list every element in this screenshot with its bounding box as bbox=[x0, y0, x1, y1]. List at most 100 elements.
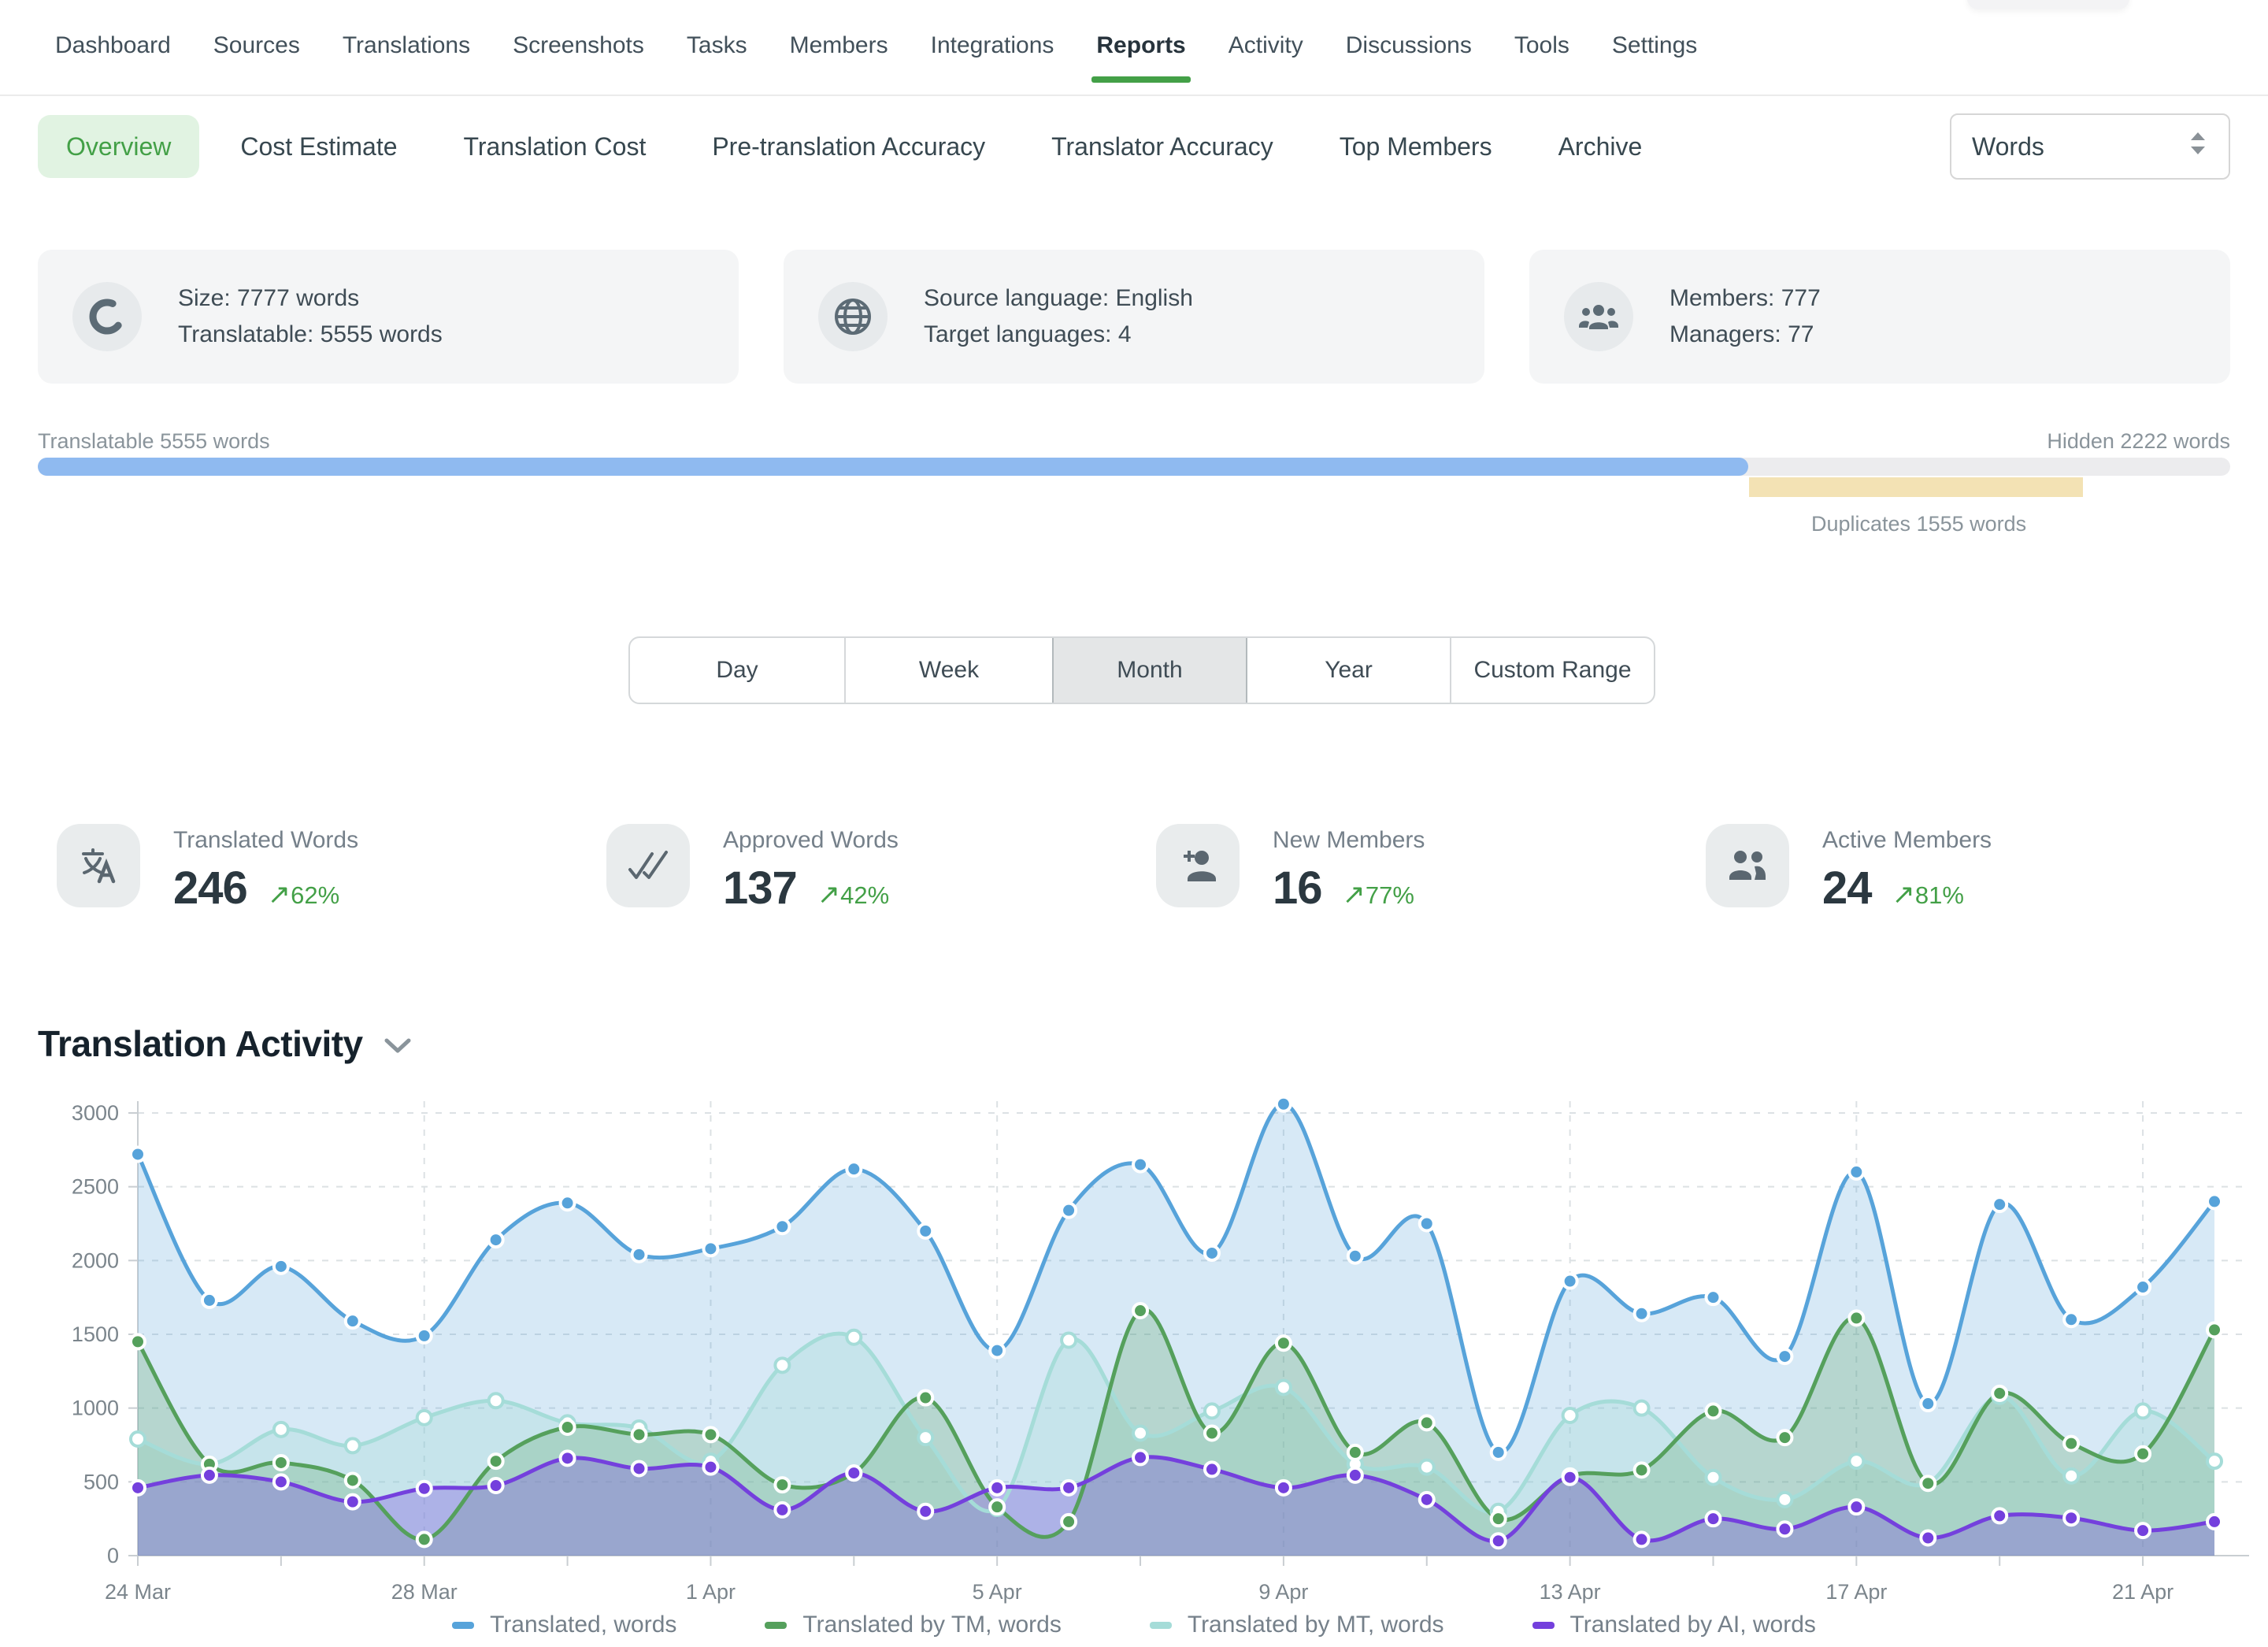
translatable-words-bar bbox=[38, 458, 1748, 476]
unit-select[interactable]: Words bbox=[1950, 113, 2230, 180]
stat-translated-words: Translated Words 246 ↗62% bbox=[57, 824, 606, 914]
nav-item-integrations[interactable]: Integrations bbox=[929, 32, 1056, 83]
stat-delta: ↗62% bbox=[268, 879, 339, 911]
svg-text:3000: 3000 bbox=[72, 1101, 119, 1125]
period-custom-range-button[interactable]: Custom Range bbox=[1450, 638, 1654, 703]
legend-label: Translated by MT, words bbox=[1188, 1612, 1444, 1638]
stat-delta: ↗42% bbox=[817, 879, 889, 911]
translatable-words-label: Translatable 5555 words bbox=[38, 429, 270, 454]
summary-cards: Size: 7777 words Translatable: 5555 word… bbox=[38, 250, 2230, 384]
legend-translated-by-mt[interactable]: Translated by MT, words bbox=[1150, 1612, 1444, 1638]
tab-cost-estimate[interactable]: Cost Estimate bbox=[240, 132, 397, 161]
stat-delta: ↗81% bbox=[1892, 879, 1964, 911]
trend-up-icon: ↗ bbox=[1343, 879, 1366, 910]
members-icon bbox=[1564, 282, 1633, 351]
legend-dash-green bbox=[765, 1622, 787, 1629]
card-size-line: Size: 7777 words bbox=[178, 280, 443, 317]
tab-pre-translation-accuracy[interactable]: Pre-translation Accuracy bbox=[712, 132, 985, 161]
card-members-line: Members: 777 bbox=[1670, 280, 1821, 317]
svg-text:0: 0 bbox=[107, 1544, 119, 1567]
legend-label: Translated, words bbox=[490, 1612, 676, 1638]
card-managers-line: Managers: 77 bbox=[1670, 317, 1821, 353]
trend-up-icon: ↗ bbox=[817, 879, 840, 910]
legend-dash-purple bbox=[1532, 1622, 1555, 1629]
legend-translated[interactable]: Translated, words bbox=[452, 1612, 676, 1638]
nav-item-screenshots[interactable]: Screenshots bbox=[511, 32, 646, 83]
svg-text:2500: 2500 bbox=[72, 1175, 119, 1199]
translation-activity-chart: 05001000150020002500300024 Mar28 Mar1 Ap… bbox=[0, 1087, 2268, 1607]
svg-text:2000: 2000 bbox=[72, 1248, 119, 1272]
svg-text:9 Apr: 9 Apr bbox=[1258, 1580, 1308, 1604]
period-week-button[interactable]: Week bbox=[844, 638, 1052, 703]
svg-text:28 Mar: 28 Mar bbox=[391, 1580, 458, 1604]
nav-item-translations[interactable]: Translations bbox=[341, 32, 472, 83]
stat-value: 24 bbox=[1822, 862, 1872, 914]
svg-text:500: 500 bbox=[83, 1470, 119, 1493]
tab-translator-accuracy[interactable]: Translator Accuracy bbox=[1051, 132, 1273, 161]
stat-label: Translated Words bbox=[173, 827, 358, 854]
trend-up-icon: ↗ bbox=[268, 879, 291, 910]
period-segmented-control: Day Week Month Year Custom Range bbox=[628, 636, 1655, 704]
stat-value: 16 bbox=[1273, 862, 1322, 914]
card-source-language-line: Source language: English bbox=[924, 280, 1193, 317]
stat-approved-words: Approved Words 137 ↗42% bbox=[606, 824, 1156, 914]
chevron-down-icon[interactable] bbox=[384, 1037, 412, 1059]
nav-item-members[interactable]: Members bbox=[788, 32, 890, 83]
legend-label: Translated by TM, words bbox=[802, 1612, 1061, 1638]
chart-legend: Translated, words Translated by TM, word… bbox=[0, 1612, 2268, 1638]
svg-text:24 Mar: 24 Mar bbox=[105, 1580, 171, 1604]
donut-chart-icon bbox=[72, 282, 142, 351]
svg-text:17 Apr: 17 Apr bbox=[1825, 1580, 1887, 1604]
section-title: Translation Activity bbox=[38, 1022, 363, 1065]
tab-top-members[interactable]: Top Members bbox=[1340, 132, 1492, 161]
nav-item-sources[interactable]: Sources bbox=[212, 32, 302, 83]
svg-text:21 Apr: 21 Apr bbox=[2112, 1580, 2174, 1604]
stat-active-members: Active Members 24 ↗81% bbox=[1706, 824, 2255, 914]
tab-archive[interactable]: Archive bbox=[1558, 132, 1643, 161]
double-check-icon bbox=[606, 824, 690, 907]
card-translatable-line: Translatable: 5555 words bbox=[178, 317, 443, 353]
period-year-button[interactable]: Year bbox=[1246, 638, 1450, 703]
legend-label: Translated by AI, words bbox=[1570, 1612, 1816, 1638]
period-month-button[interactable]: Month bbox=[1052, 638, 1246, 703]
card-target-languages-line: Target languages: 4 bbox=[924, 317, 1193, 353]
card-project-size: Size: 7777 words Translatable: 5555 word… bbox=[38, 250, 739, 384]
svg-text:13 Apr: 13 Apr bbox=[1540, 1580, 1601, 1604]
duplicates-words-label: Duplicates 1555 words bbox=[1811, 512, 2026, 536]
unit-select-value: Words bbox=[1972, 132, 2044, 161]
legend-dash-teal bbox=[1150, 1622, 1172, 1629]
legend-translated-by-ai[interactable]: Translated by AI, words bbox=[1532, 1612, 1816, 1638]
nav-item-reports[interactable]: Reports bbox=[1095, 32, 1187, 83]
nav-item-activity[interactable]: Activity bbox=[1227, 32, 1305, 83]
stat-value: 246 bbox=[173, 862, 247, 914]
nav-item-settings[interactable]: Settings bbox=[1610, 32, 1699, 83]
words-progress-track bbox=[38, 458, 2230, 476]
top-navigation: Dashboard Sources Translations Screensho… bbox=[0, 0, 2268, 96]
stat-tiles: Translated Words 246 ↗62% Approved Words… bbox=[57, 824, 2255, 914]
progress-labels: Translatable 5555 words Hidden 2222 word… bbox=[38, 429, 2230, 454]
card-languages: Source language: English Target language… bbox=[784, 250, 1484, 384]
people-icon bbox=[1706, 824, 1789, 907]
translate-icon bbox=[57, 824, 140, 907]
nav-item-tasks[interactable]: Tasks bbox=[685, 32, 749, 83]
period-day-button[interactable]: Day bbox=[630, 638, 844, 703]
person-add-icon bbox=[1156, 824, 1240, 907]
stat-new-members: New Members 16 ↗77% bbox=[1156, 824, 1706, 914]
nav-item-tools[interactable]: Tools bbox=[1513, 32, 1571, 83]
svg-text:1500: 1500 bbox=[72, 1322, 119, 1346]
nav-item-dashboard[interactable]: Dashboard bbox=[54, 32, 172, 83]
svg-text:1000: 1000 bbox=[72, 1397, 119, 1420]
globe-icon bbox=[818, 282, 888, 351]
legend-translated-by-tm[interactable]: Translated by TM, words bbox=[765, 1612, 1061, 1638]
legend-dash-blue bbox=[452, 1622, 474, 1629]
trend-up-icon: ↗ bbox=[1892, 879, 1915, 910]
stat-label: Active Members bbox=[1822, 827, 1992, 854]
nav-item-discussions[interactable]: Discussions bbox=[1344, 32, 1473, 83]
stat-label: New Members bbox=[1273, 827, 1425, 854]
tab-overview[interactable]: Overview bbox=[38, 115, 199, 178]
duplicates-words-bar bbox=[1749, 477, 2083, 497]
stat-label: Approved Words bbox=[723, 827, 899, 854]
card-members: Members: 777 Managers: 77 bbox=[1529, 250, 2230, 384]
sort-arrows-icon bbox=[2188, 130, 2208, 163]
tab-translation-cost[interactable]: Translation Cost bbox=[464, 132, 647, 161]
